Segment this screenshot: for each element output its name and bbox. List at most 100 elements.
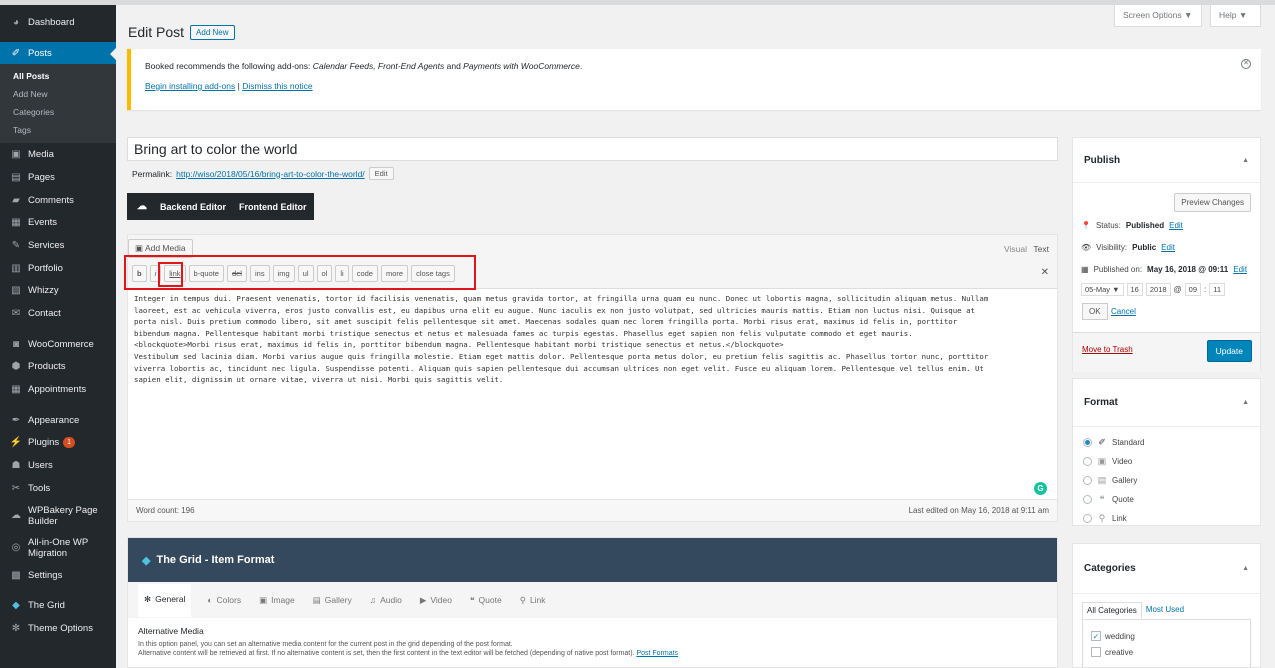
sidebar-item-contact[interactable]: ✉ Contact <box>0 302 116 325</box>
edit-visibility-link[interactable]: Edit <box>1161 243 1175 252</box>
begin-installing-link[interactable]: Begin installing add-ons <box>145 81 235 91</box>
checkbox-wedding[interactable]: ✓ <box>1091 631 1101 641</box>
dismiss-notice-link[interactable]: Dismiss this notice <box>242 81 312 91</box>
category-item-creative[interactable]: creative <box>1091 644 1242 660</box>
grid-tab-general[interactable]: ✻ General <box>138 583 192 617</box>
sidebar-item-products[interactable]: ⬢ Products <box>0 356 116 379</box>
help-button[interactable]: Help ▼ <box>1210 5 1261 27</box>
radio-video[interactable] <box>1083 457 1092 466</box>
post-formats-link[interactable]: Post Formats <box>636 650 678 657</box>
grid-tab-image[interactable]: ▣ Image <box>257 591 297 610</box>
grid-tab-quote[interactable]: ❝ Quote <box>468 591 504 610</box>
chevron-up-icon[interactable]: ▲ <box>1242 399 1249 406</box>
tab-visual[interactable]: Visual <box>1004 244 1027 254</box>
format-option-quote[interactable]: ❝ Quote <box>1073 490 1260 509</box>
permalink-edit-button[interactable]: Edit <box>368 167 394 180</box>
grid-tab-audio[interactable]: ♫ Audio <box>368 591 404 609</box>
hour-input[interactable]: 09 <box>1184 283 1202 296</box>
sidebar-item-media[interactable]: ▣ Media <box>0 143 116 166</box>
minute-input[interactable]: 11 <box>1209 283 1226 296</box>
permalink-url[interactable]: http://wiso/2018/05/16/bring-art-to-colo… <box>176 169 365 179</box>
categories-box-header[interactable]: Categories ▲ <box>1073 544 1260 594</box>
add-new-button[interactable]: Add New <box>190 24 235 40</box>
sidebar-item-comments[interactable]: ▰ Comments <box>0 189 116 212</box>
sidebar-item-wpbakery[interactable]: ☁ WPBakery Page Builder <box>0 500 116 532</box>
sidebar-item-whizzy[interactable]: ▧ Whizzy <box>0 280 116 303</box>
close-icon[interactable]: ✕ <box>1241 59 1251 69</box>
chevron-up-icon[interactable]: ▲ <box>1242 157 1249 164</box>
submenu-categories[interactable]: Categories <box>0 103 116 121</box>
link-icon: ⚲ <box>519 594 526 605</box>
sidebar-item-settings[interactable]: ▩ Settings <box>0 564 116 587</box>
sidebar-item-appointments[interactable]: ▦ Appointments <box>0 378 116 401</box>
radio-standard[interactable] <box>1083 438 1092 447</box>
grid-tab-gallery[interactable]: ▤ Gallery <box>311 591 354 610</box>
radio-gallery[interactable] <box>1083 476 1092 485</box>
media-icon: ▣ <box>11 149 21 161</box>
format-option-standard[interactable]: ✐ Standard <box>1073 433 1260 452</box>
tab-all-categories[interactable]: All Categories <box>1082 602 1142 619</box>
year-input[interactable]: 2018 <box>1145 283 1171 296</box>
update-button[interactable]: Update <box>1206 340 1252 362</box>
radio-quote[interactable] <box>1083 495 1092 504</box>
category-item-wedding[interactable]: ✓ wedding <box>1091 628 1242 644</box>
date-edit-row: 05-May ▼ 16 2018 @ 09 : 11 <box>1081 283 1226 296</box>
publish-box-header[interactable]: Publish ▲ <box>1073 138 1260 183</box>
sidebar-item-woocommerce[interactable]: ◙ WooCommerce <box>0 333 116 356</box>
edit-status-link[interactable]: Edit <box>1169 221 1183 230</box>
sidebar-item-plugins[interactable]: ⚡ Plugins 1 <box>0 432 116 455</box>
screen-options-button[interactable]: Screen Options ▼ <box>1114 5 1202 27</box>
sidebar-item-theme-options[interactable]: ✻ Theme Options <box>0 617 116 640</box>
whizzy-icon: ▧ <box>11 285 21 297</box>
submenu-tags[interactable]: Tags <box>0 121 116 139</box>
radio-link[interactable] <box>1083 514 1092 523</box>
fullscreen-icon[interactable]: ✕ <box>1041 267 1049 278</box>
submenu-all-posts[interactable]: All Posts <box>0 67 116 85</box>
preview-changes-button[interactable]: Preview Changes <box>1174 193 1251 212</box>
post-content-textarea[interactable]: Integer in tempus dui. Praesent venenati… <box>134 293 1054 386</box>
backend-editor-button[interactable]: Backend Editor <box>160 202 226 212</box>
chevron-up-icon[interactable]: ▲ <box>1242 565 1249 572</box>
frontend-editor-button[interactable]: Frontend Editor <box>239 202 307 212</box>
sidebar-item-events[interactable]: ▦ Events <box>0 211 116 234</box>
grid-item-format-box: ◆ The Grid - Item Format ✻ General ◐ Colors… <box>127 537 1058 668</box>
post-status-row: 📍 Status: Published Edit <box>1081 221 1183 230</box>
grid-tab-colors[interactable]: ◐ Colors <box>205 591 243 609</box>
image-icon: ▣ <box>259 594 268 605</box>
format-box-header[interactable]: Format ▲ <box>1073 379 1260 427</box>
sidebar-item-pages[interactable]: ▤ Pages <box>0 166 116 189</box>
edit-date-link[interactable]: Edit <box>1233 265 1247 274</box>
settings-icon: ▩ <box>11 569 21 581</box>
pages-icon: ▤ <box>11 171 21 183</box>
grammarly-icon[interactable]: G <box>1034 482 1047 495</box>
date-ok-button[interactable]: OK <box>1082 303 1108 320</box>
date-cancel-link[interactable]: Cancel <box>1111 307 1136 316</box>
services-icon: ✎ <box>11 239 21 251</box>
month-select[interactable]: 05-May ▼ <box>1081 283 1124 296</box>
editor-status-bar: Word count: 196 Last edited on May 16, 2… <box>128 499 1057 521</box>
mail-icon: ✉ <box>11 308 21 320</box>
sidebar-item-tools[interactable]: ✂ Tools <box>0 477 116 500</box>
format-option-gallery[interactable]: ▤ Gallery <box>1073 471 1260 490</box>
sidebar-item-the-grid[interactable]: ◆ The Grid <box>0 594 116 617</box>
format-option-video[interactable]: ▣ Video <box>1073 452 1260 471</box>
sidebar-item-portfolio[interactable]: ▥ Portfolio <box>0 257 116 280</box>
post-title-input[interactable]: Bring art to color the world <box>127 137 1058 161</box>
sidebar-item-users[interactable]: ☗ Users <box>0 454 116 477</box>
grid-tab-video[interactable]: ▶ Video <box>418 591 454 610</box>
alternative-media-desc-1: In this option panel, you can set an alt… <box>138 641 513 648</box>
tab-text[interactable]: Text <box>1029 241 1053 257</box>
move-to-trash-link[interactable]: Move to Trash <box>1082 345 1133 354</box>
sidebar-item-dashboard[interactable]: ◕ Dashboard <box>0 11 116 34</box>
format-option-link[interactable]: ⚲ Link <box>1073 509 1260 528</box>
tab-most-used[interactable]: Most Used <box>1142 602 1188 619</box>
grid-tab-link[interactable]: ⚲ Link <box>518 591 548 610</box>
checkbox-creative[interactable] <box>1091 647 1101 657</box>
submenu-add-new[interactable]: Add New <box>0 85 116 103</box>
media-icon: ▣ <box>135 243 145 253</box>
sidebar-item-services[interactable]: ✎ Services <box>0 234 116 257</box>
sidebar-item-appearance[interactable]: ✒ Appearance <box>0 409 116 432</box>
day-input[interactable]: 16 <box>1126 283 1143 296</box>
sidebar-item-migration[interactable]: ◎ All-in-One WP Migration <box>0 532 116 564</box>
sidebar-item-posts[interactable]: ✐ Posts <box>0 41 116 65</box>
